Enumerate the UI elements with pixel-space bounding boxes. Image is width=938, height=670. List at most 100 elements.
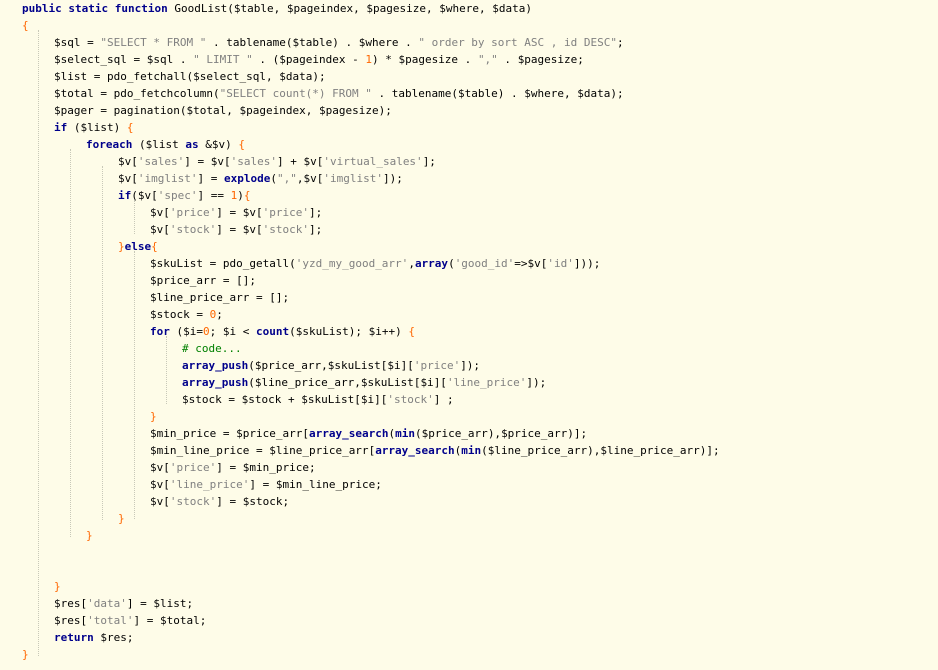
code-line[interactable]: $res['data'] = $list; (54, 595, 193, 612)
code-token: $res (100, 631, 127, 644)
code-token: if (118, 189, 132, 202)
code-token: $skuList (327, 359, 381, 372)
code-line[interactable]: public static function GoodList($table, … (22, 0, 532, 17)
code-token: $total (159, 614, 200, 627)
code-line[interactable]: $res['total'] = $total; (54, 612, 206, 629)
code-line[interactable]: $v['stock'] = $stock; (150, 493, 289, 510)
code-line[interactable]: foreach ($list as &$v) { (86, 136, 245, 153)
code-token: 'price' (413, 359, 461, 372)
code-token: ; (308, 461, 316, 474)
code-line[interactable]: $total = pdo_fetchcolumn("SELECT count(*… (54, 85, 624, 102)
code-token: ; (126, 631, 134, 644)
code-token: array (414, 257, 449, 270)
code-token: , (305, 104, 319, 117)
code-token: . (497, 53, 518, 66)
code-token: $v (242, 223, 256, 236)
code-token: $price_arr (501, 427, 568, 440)
code-token: = (202, 257, 223, 270)
code-token: { (238, 138, 245, 151)
code-token: 'line_price' (446, 376, 527, 389)
code-token: ; (577, 53, 584, 66)
code-line[interactable]: $select_sql = $sql . " LIMIT " . ($pagei… (54, 51, 584, 68)
code-token: $table (458, 87, 498, 100)
code-token: $pager (54, 104, 94, 117)
code-token: ] = (216, 206, 243, 219)
code-line[interactable]: $price_arr = []; (150, 272, 256, 289)
code-line[interactable]: return $res; (54, 629, 134, 646)
code-token: $select_sql (54, 53, 127, 66)
code-line[interactable]: $line_price_arr = []; (150, 289, 289, 306)
code-line[interactable]: $v['imglist'] = explode(",",$v['imglist'… (118, 170, 403, 187)
code-line[interactable]: } (150, 408, 157, 425)
code-token: $v (242, 206, 256, 219)
code-line[interactable]: for ($i=0; $i < count($skuList); $i++) { (150, 323, 415, 340)
code-token: - (345, 53, 366, 66)
code-token: $v (118, 155, 132, 168)
code-token: 'yzd_my_good_arr' (295, 257, 409, 270)
code-token: 'id' (547, 257, 574, 270)
code-token: ); (610, 87, 624, 100)
code-line[interactable]: $sql = "SELECT * FROM " . tablename($tab… (54, 34, 624, 51)
code-line[interactable]: $pager = pagination($total, $pageindex, … (54, 102, 392, 119)
code-line[interactable]: } (118, 510, 125, 527)
code-token: $where (524, 87, 565, 100)
code-token: $line_price_arr (150, 291, 250, 304)
code-token: $i (368, 325, 382, 338)
code-token: # code... (182, 342, 242, 355)
code-token: $v (150, 478, 164, 491)
code-token: $v (150, 495, 164, 508)
code-token: $skuList (360, 376, 414, 389)
code-token: } (22, 648, 29, 661)
code-token: . (206, 36, 227, 49)
code-line[interactable]: } (86, 527, 93, 544)
code-token: GoodList($table, $pageindex, $pagesize, … (174, 2, 532, 15)
code-token: $v (150, 223, 164, 236)
code-line[interactable]: $v['sales'] = $v['sales'] + $v['virtual_… (118, 153, 436, 170)
code-token: . (173, 53, 194, 66)
code-token: $i (420, 376, 434, 389)
code-token: , (354, 376, 361, 389)
code-token: ( (131, 189, 138, 202)
code-token: explode (223, 172, 271, 185)
code-token: $stock (182, 393, 222, 406)
code-token: [ (302, 427, 309, 440)
code-line[interactable]: # code... (182, 340, 242, 357)
code-line[interactable]: $list = pdo_fetchall($select_sql, $data)… (54, 68, 326, 85)
code-token: min (461, 444, 482, 457)
code-line[interactable]: if ($list) { (54, 119, 134, 136)
code-token: 'stock' (262, 223, 309, 236)
code-token: ) (237, 189, 244, 202)
code-token: ( (169, 325, 184, 338)
code-line[interactable]: $min_price = $price_arr[array_search(min… (150, 425, 587, 442)
code-line[interactable]: array_push($line_price_arr,$skuList[$i][… (182, 374, 546, 391)
code-line[interactable]: $v['stock'] = $v['stock']; (150, 221, 322, 238)
code-token: public static function (22, 2, 175, 15)
code-line[interactable]: if($v['spec'] == 1){ (118, 187, 251, 204)
code-token: ] = (216, 495, 243, 508)
code-line[interactable]: $skuList = pdo_getall('yzd_my_good_arr',… (150, 255, 600, 272)
code-token: array_search (375, 444, 455, 457)
code-line[interactable]: }else{ (118, 238, 158, 255)
code-editor[interactable]: public static function GoodList($table, … (0, 0, 938, 670)
code-line[interactable]: $min_line_price = $line_price_arr[array_… (150, 442, 720, 459)
code-line[interactable]: $stock = $stock + $skuList[$i]['stock'] … (182, 391, 454, 408)
code-token: $v (137, 189, 152, 202)
code-token: $list (54, 70, 88, 83)
code-token: $pageindex (279, 53, 346, 66)
code-token: " order by sort ASC , id DESC" (418, 36, 618, 49)
code-token: $skuList (295, 325, 349, 338)
code-line[interactable]: { (22, 17, 29, 34)
code-line[interactable]: $stock = 0; (150, 306, 223, 323)
code-token: [ (151, 189, 158, 202)
code-token: [ (163, 206, 170, 219)
code-line[interactable]: $v['price'] = $min_price; (150, 459, 316, 476)
code-line[interactable]: array_push($price_arr,$skuList[$i]['pric… (182, 357, 480, 374)
code-line[interactable]: } (54, 578, 61, 595)
code-line[interactable]: $v['line_price'] = $min_line_price; (150, 476, 382, 493)
code-token: pagination (113, 104, 180, 117)
code-token: 'price' (169, 461, 217, 474)
code-line[interactable]: $v['price'] = $v['price']; (150, 204, 322, 221)
code-token: $stock (242, 495, 283, 508)
code-line[interactable]: } (22, 646, 29, 663)
code-token: [ (163, 223, 170, 236)
